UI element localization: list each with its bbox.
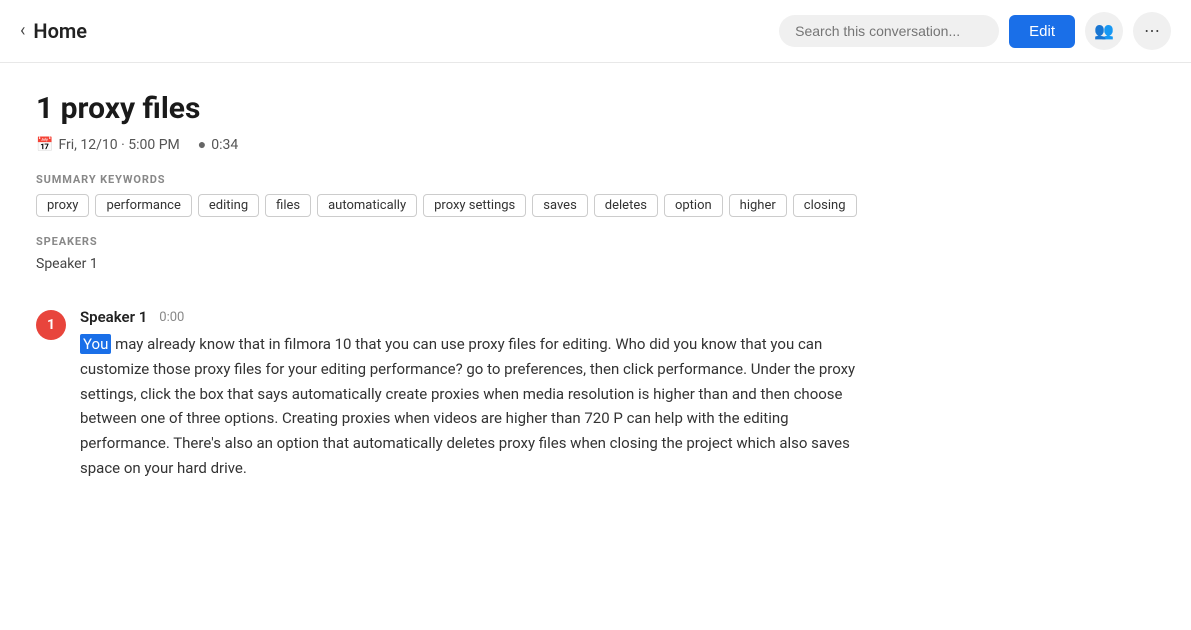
add-person-icon: 👥 <box>1094 21 1114 41</box>
transcript-item: 1 Speaker 1 0:00 You may already know that … <box>36 308 864 481</box>
transcript-time: 0:00 <box>159 310 184 325</box>
speaker-name: Speaker 1 <box>36 256 864 272</box>
more-icon: ⋯ <box>1144 21 1160 41</box>
keyword-tag: proxy <box>36 194 89 217</box>
speaker-badge: 1 <box>36 310 66 340</box>
back-icon[interactable]: ‹ <box>20 22 25 40</box>
clock-icon: ● <box>198 136 206 153</box>
keywords-row: proxy performance editing files automaticall… <box>36 194 864 217</box>
date-meta: 📅 Fri, 12/10 · 5:00 PM <box>36 137 180 153</box>
transcript-speaker-name: Speaker 1 <box>80 308 147 326</box>
keyword-tag: performance <box>95 194 191 217</box>
transcript-text: You may already know that in filmora 10 … <box>80 332 864 481</box>
summary-label: SUMMARY KEYWORDS <box>36 173 864 186</box>
transcript-body: Speaker 1 0:00 You may already know that i… <box>80 308 864 481</box>
keyword-tag: automatically <box>317 194 417 217</box>
keyword-tag: editing <box>198 194 259 217</box>
date-text: Fri, 12/10 · 5:00 PM <box>58 137 179 153</box>
note-title: 1 proxy files <box>36 91 864 126</box>
more-options-button[interactable]: ⋯ <box>1133 12 1171 50</box>
add-person-button[interactable]: 👥 <box>1085 12 1123 50</box>
keyword-tag: closing <box>793 194 857 217</box>
top-bar: ‹ Home Edit 👥 ⋯ <box>0 0 1191 63</box>
top-bar-left: ‹ Home <box>20 19 87 43</box>
keyword-tag: higher <box>729 194 787 217</box>
transcript-container: 1 Speaker 1 0:00 You may already know that … <box>36 308 864 481</box>
main-content: 1 proxy files 📅 Fri, 12/10 · 5:00 PM ● 0… <box>0 63 900 537</box>
keyword-tag: saves <box>532 194 588 217</box>
top-bar-right: Edit 👥 ⋯ <box>779 12 1171 50</box>
meta-row: 📅 Fri, 12/10 · 5:00 PM ● 0:34 <box>36 136 864 153</box>
keyword-tag: option <box>664 194 723 217</box>
keyword-tag: deletes <box>594 194 658 217</box>
transcript-header: Speaker 1 0:00 <box>80 308 864 326</box>
keyword-tag: files <box>265 194 311 217</box>
speakers-section: SPEAKERS Speaker 1 <box>36 235 864 272</box>
edit-button[interactable]: Edit <box>1009 15 1075 48</box>
home-label: Home <box>33 19 87 43</box>
search-input[interactable] <box>779 15 999 47</box>
summary-section: SUMMARY KEYWORDS proxy performance editing… <box>36 173 864 217</box>
keyword-tag: proxy settings <box>423 194 526 217</box>
duration-meta: ● 0:34 <box>198 136 238 153</box>
duration-text: 0:34 <box>211 137 238 153</box>
calendar-icon: 📅 <box>36 137 53 153</box>
highlight-word: You <box>80 334 111 354</box>
speakers-label: SPEAKERS <box>36 235 864 248</box>
